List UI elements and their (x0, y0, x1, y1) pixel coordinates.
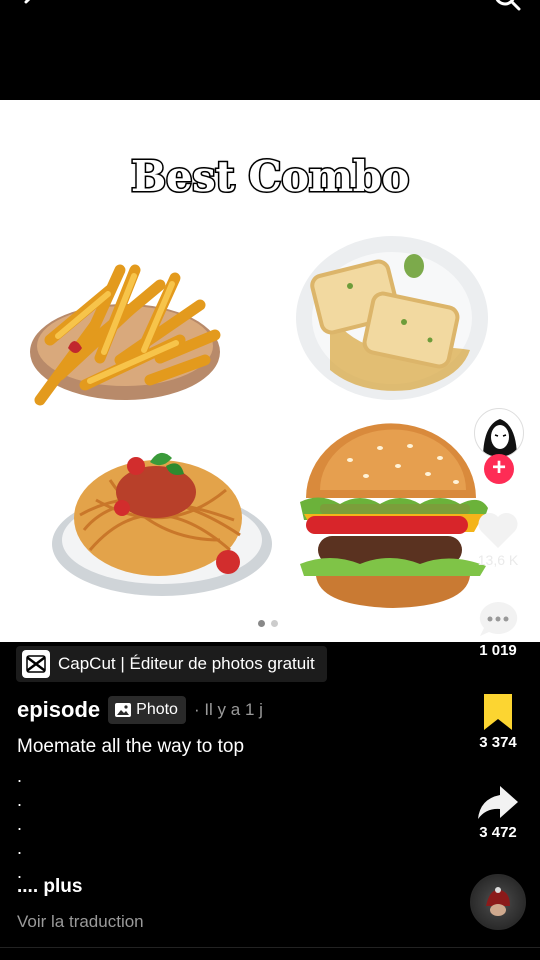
burger-illustration (300, 423, 488, 608)
heart-icon (478, 512, 518, 548)
photo-badge-label: Photo (136, 701, 178, 718)
comment-button[interactable]: 1 019 (468, 600, 528, 659)
caption-dots: . . . . . (17, 764, 22, 884)
bookmark-icon (484, 694, 512, 730)
comment-icon (479, 601, 518, 636)
bookmark-button[interactable]: 3 374 (468, 692, 528, 751)
photo-badge: Photo (108, 696, 186, 724)
ravioli-illustration (296, 236, 488, 400)
like-button[interactable]: 13,6 K (468, 510, 528, 568)
carousel-indicator (258, 620, 278, 627)
post-time: · Il y a 1 j (193, 700, 263, 719)
caption-dot-line: . (17, 790, 23, 810)
follow-button[interactable]: + (484, 454, 514, 484)
comment-count: 1 019 (479, 642, 517, 659)
share-count: 3 472 (479, 824, 517, 841)
capcut-logo-icon (22, 650, 50, 678)
like-count: 13,6 K (477, 552, 519, 568)
carousel-dot[interactable] (258, 620, 265, 627)
caption-dot-line: . (17, 814, 23, 834)
see-translation-link[interactable]: Voir la traduction (17, 912, 144, 932)
post-image[interactable]: Best Combo (0, 100, 540, 642)
author-row: episode Photo · Il y a 1 j (17, 696, 263, 724)
capcut-template-link[interactable]: CapCut | Éditeur de photos gratuit (16, 646, 327, 682)
author-avatar[interactable] (474, 408, 524, 458)
search-icon[interactable] (492, 0, 522, 14)
bottom-divider (0, 947, 540, 948)
carousel-dot[interactable] (271, 620, 278, 627)
top-bar (0, 0, 540, 100)
spaghetti-illustration (52, 452, 272, 596)
share-button[interactable]: 3 472 (468, 782, 528, 841)
see-more-link[interactable]: .... plus (17, 876, 82, 898)
bookmark-count: 3 374 (479, 734, 517, 751)
caption-dot-line: . (17, 766, 23, 786)
post-title: Best Combo (129, 151, 411, 203)
image-icon (115, 703, 132, 717)
caption-dot-line: . (17, 838, 23, 858)
fries-illustration (30, 264, 221, 406)
author-name[interactable]: episode (17, 697, 100, 723)
music-disc[interactable] (470, 874, 526, 930)
chevron-left-icon[interactable] (18, 0, 40, 14)
capcut-label: CapCut | Éditeur de photos gratuit (58, 654, 315, 673)
caption-text: Moemate all the way to top (17, 736, 245, 757)
share-icon (478, 786, 518, 819)
